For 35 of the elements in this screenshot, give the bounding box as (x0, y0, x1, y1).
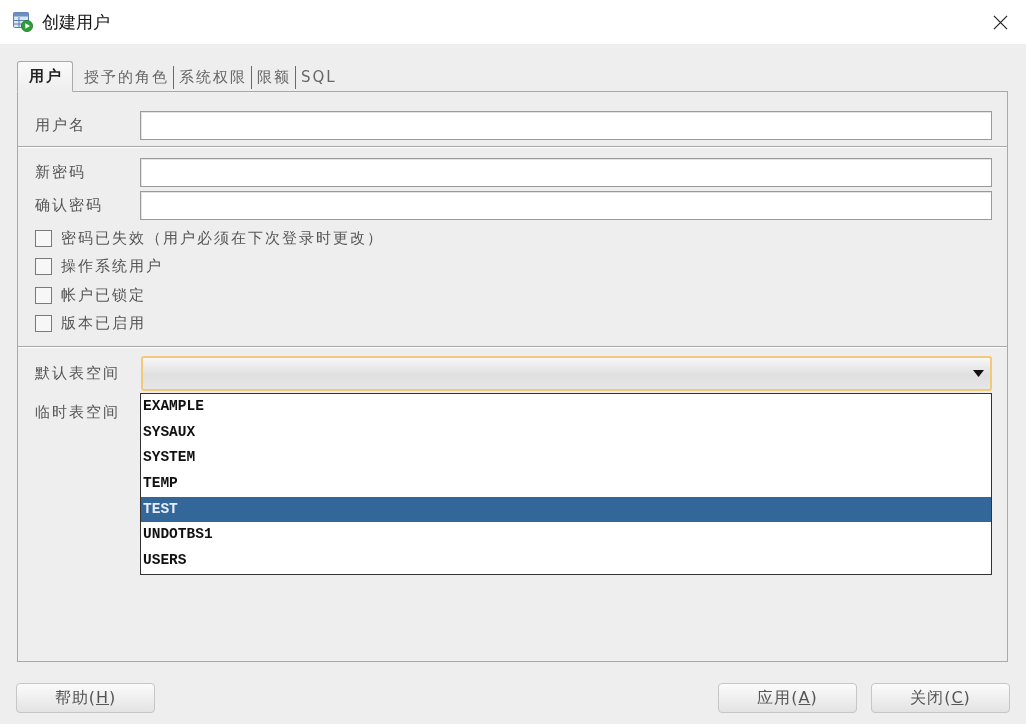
checkbox[interactable] (35, 229, 52, 247)
dropdown-option[interactable]: USERS (141, 548, 991, 574)
tab[interactable]: 限额 (251, 66, 295, 89)
field-label: 默认表空间 (35, 364, 121, 383)
checkbox[interactable] (35, 315, 52, 333)
tab[interactable]: 系统权限 (173, 66, 251, 89)
field-label: 新密码 (35, 163, 87, 182)
username-field[interactable] (140, 111, 992, 140)
close-icon[interactable] (993, 14, 1008, 30)
field-label: 临时表空间 (35, 402, 121, 422)
table-play-icon (13, 12, 33, 32)
tab[interactable]: 授予的角色 (79, 66, 173, 89)
dropdown-option[interactable]: TEST (141, 496, 991, 523)
field-label: 确认密码 (35, 196, 104, 215)
close-button[interactable]: 关闭(C) (871, 683, 1010, 713)
help-button[interactable]: 帮助(H) (16, 683, 155, 713)
window-title: 创建用户 (42, 10, 111, 34)
field-label: 用户名 (35, 116, 87, 135)
dropdown-option[interactable]: EXAMPLE (141, 394, 991, 420)
tab[interactable]: 用户 (17, 61, 73, 92)
tab[interactable]: SQL (295, 66, 341, 89)
checkbox-label: 操作系统用户 (61, 257, 163, 277)
dropdown-option[interactable]: SYSAUX (141, 419, 991, 446)
dropdown-option[interactable]: TEMP (141, 471, 991, 497)
checkbox[interactable] (35, 258, 52, 276)
checkbox[interactable] (35, 286, 52, 304)
password-field[interactable] (140, 158, 992, 187)
checkbox-label: 版本已启用 (61, 314, 146, 334)
apply-button[interactable]: 应用(A) (718, 683, 857, 713)
checkbox-label: 密码已失效（用户必须在下次登录时更改） (61, 228, 384, 248)
password-field[interactable] (140, 191, 992, 220)
dropdown-option[interactable]: SYSTEM (141, 445, 991, 472)
checkbox-label: 帐户已锁定 (61, 285, 146, 305)
dropdown-option[interactable]: UNDOTBS1 (141, 522, 991, 549)
caret-icon (973, 370, 984, 377)
